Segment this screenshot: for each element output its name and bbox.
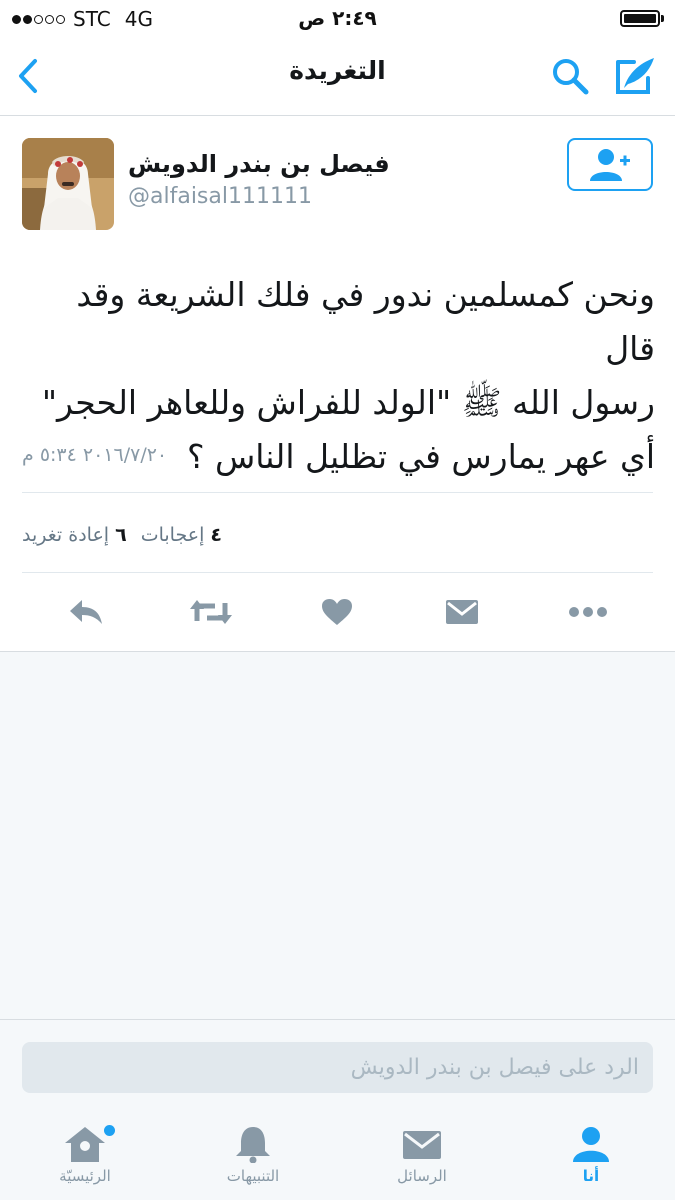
add-user-icon [590, 148, 630, 181]
likes-count: ٤ [210, 524, 223, 546]
likes-stat[interactable]: ٤ إعجابات [141, 524, 222, 546]
tweet-stats: ٤ إعجابات ٦ إعادة تغريد [22, 524, 222, 546]
message-button[interactable] [440, 594, 484, 630]
reply-input[interactable] [22, 1042, 653, 1093]
divider [22, 492, 653, 493]
tab-me-label: أنا [582, 1167, 600, 1185]
message-icon [446, 600, 478, 624]
bell-icon [236, 1127, 270, 1163]
like-icon [322, 599, 352, 625]
avatar[interactable] [22, 138, 114, 230]
tab-notifications[interactable]: التنبيهات [193, 1125, 313, 1195]
tab-me[interactable]: أنا [531, 1125, 651, 1195]
reply-button[interactable] [62, 594, 110, 630]
divider [22, 572, 653, 573]
compose-button[interactable] [612, 52, 660, 100]
battery-tip [661, 15, 664, 22]
tweet-text-line: رسول الله ﷺ "الولد للفراش وللعاهر الحجر" [41, 383, 655, 422]
retweet-icon [190, 600, 232, 624]
status-time: ٢:٤٩ ص [298, 6, 377, 30]
tweet-timestamp: ٢٠١٦/٧/٢٠ ٥:٣٤ م [22, 444, 168, 466]
likes-label: إعجابات [140, 524, 205, 546]
retweets-count: ٦ [115, 524, 127, 546]
author-handle[interactable]: @alfaisal111111 [128, 184, 312, 209]
tab-messages-label: الرسائل [397, 1167, 447, 1185]
home-icon [65, 1127, 105, 1162]
new-content-dot [104, 1125, 115, 1136]
tab-messages[interactable]: الرسائل [362, 1125, 482, 1195]
profile-icon [573, 1127, 609, 1162]
tweet-text-line: ونحن كمسلمين ندور في فلك الشريعة وقد قال [76, 275, 655, 368]
envelope-icon [403, 1131, 441, 1159]
retweet-button[interactable] [184, 594, 238, 630]
author-name[interactable]: فيصل بن بندر الدويش [128, 150, 390, 178]
more-icon [569, 607, 607, 617]
retweets-stat[interactable]: ٦ إعادة تغريد [22, 524, 127, 546]
more-button[interactable] [564, 594, 612, 630]
tab-home-label: الرئيسيّة [59, 1167, 111, 1185]
reply-icon [70, 600, 102, 624]
tab-notifications-label: التنبيهات [226, 1167, 280, 1185]
like-button[interactable] [316, 594, 358, 630]
compose-tweet-icon [616, 58, 654, 94]
retweets-label: إعادة تغريد [22, 524, 110, 546]
search-icon [553, 59, 589, 95]
tab-home[interactable]: الرئيسيّة [25, 1125, 145, 1195]
search-button[interactable] [548, 54, 592, 98]
battery-icon [620, 10, 660, 27]
follow-button[interactable] [567, 138, 653, 191]
